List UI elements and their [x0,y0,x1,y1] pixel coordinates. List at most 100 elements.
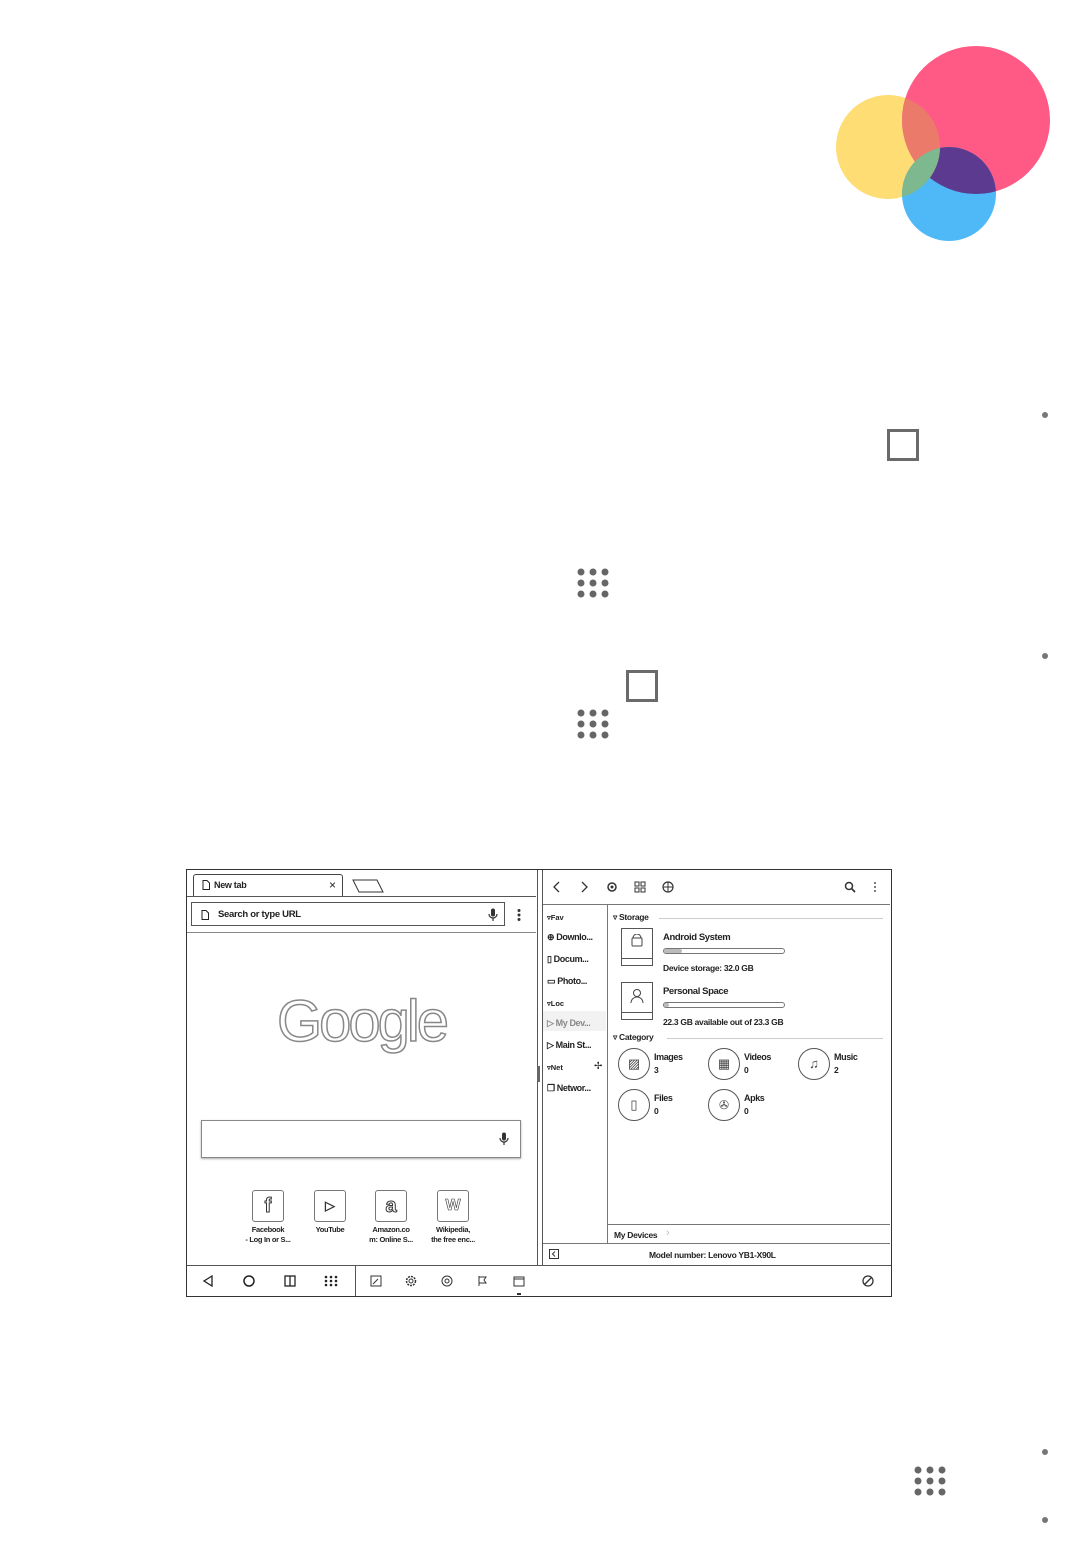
chevron-right-icon: › [666,1227,670,1239]
document-icon: ▯ [547,954,552,964]
home-nav-icon[interactable] [243,1275,255,1287]
add-network-icon[interactable]: ✢ [594,1061,602,1072]
film-icon: ▦ [708,1048,740,1080]
browser-tab[interactable]: New tab × [193,874,343,896]
microphone-icon[interactable] [499,1132,509,1146]
tile-caption: Amazon.co m: Online S... [369,1225,413,1244]
settings-gear-icon[interactable] [405,1275,417,1287]
overflow-menu-icon[interactable] [872,881,878,893]
network-globe-icon[interactable] [662,881,674,893]
overflow-menu-icon[interactable] [516,908,522,922]
wikipedia-icon: W [437,1190,469,1222]
image-icon: ▨ [618,1048,650,1080]
page-icon [201,910,209,920]
split-handle[interactable] [537,1066,540,1082]
sidebar-item-main-storage[interactable]: ▷ Main St... [547,1040,592,1051]
square-icon [626,670,658,702]
shortcut-tile-youtube[interactable]: ▷ YouTube [300,1190,360,1235]
apps-grid-icon [577,568,609,598]
sidebar-item-network[interactable]: ❐ Networ... [547,1083,591,1094]
forward-icon[interactable] [580,881,588,893]
category-music[interactable]: ♫ Music 2 [798,1048,883,1082]
photo-icon: ▭ [547,976,556,986]
sidebar-item-photos[interactable]: ▭ Photo... [547,976,587,987]
device-name[interactable]: Personal Space [663,986,729,997]
notes-icon[interactable] [370,1275,382,1287]
tile-caption: YouTube [315,1225,345,1234]
shortcut-tile-facebook[interactable]: f Facebook - Log In or S... [238,1190,298,1245]
file-manager-pane: ▿Fav ⊕ Downlo... ▯ Docum... ▭ Photo... ▿… [542,870,891,1265]
chrome-browser-icon[interactable] [441,1275,453,1287]
search-icon[interactable] [844,881,856,893]
android-device-icon[interactable] [621,928,653,966]
download-icon: ⊕ [547,932,555,942]
shortcut-tile-amazon[interactable]: a Amazon.co m: Online S... [361,1190,421,1245]
personal-space-icon[interactable] [621,982,653,1020]
category-files[interactable]: ▯ Files 0 [618,1089,703,1123]
microphone-icon[interactable] [488,908,498,922]
collapse-panel-icon[interactable] [549,1249,559,1259]
list-bullet [1042,1517,1048,1523]
file-manager-toolbar [543,870,890,905]
tile-caption: Facebook - Log In or S... [245,1225,291,1244]
divider [667,1038,883,1039]
list-bullet [1042,412,1048,418]
close-tab-icon[interactable]: × [329,878,336,892]
category-header: ▿ Category [613,1032,654,1042]
file-manager-icon[interactable] [513,1275,525,1287]
device-name[interactable]: Android System [663,932,731,943]
apps-grid-icon [914,1466,946,1496]
list-bullet [1042,1449,1048,1455]
sidebar-item-my-devices[interactable]: ▷ My Dev... [547,1018,591,1029]
url-bar[interactable]: Search or type URL [191,902,505,926]
chevron-right-icon: ▷ [547,1018,554,1028]
divider [659,918,883,919]
google-logo: Google [276,988,450,1055]
decorative-circles-logo [836,46,1050,241]
storage-header: ▿ Storage [613,912,649,922]
sidebar-section-loc: ▿Loc [547,999,565,1008]
list-bullet [1042,653,1048,659]
apps-grid-icon[interactable] [324,1275,338,1287]
multiwindow-screenshot: New tab × Search or type URL Google f Fa… [186,869,892,1297]
category-images[interactable]: ▨ Images 3 [618,1048,703,1082]
url-input[interactable]: Search or type URL [218,909,301,920]
breadcrumb-item[interactable]: My Devices [614,1230,658,1240]
file-icon: ▯ [618,1089,650,1121]
page-icon [202,880,210,890]
apps-grid-icon [577,709,609,739]
google-search-box[interactable] [201,1120,521,1158]
youtube-icon: ▷ [314,1190,346,1222]
category-apks[interactable]: ✇ Apks 0 [708,1089,793,1123]
breadcrumb: My Devices › [608,1224,890,1243]
recents-nav-icon[interactable] [284,1275,296,1287]
device-storage-info: 22.3 GB available out of 23.3 GB [663,1017,784,1027]
music-note-icon: ♫ [798,1048,830,1080]
sidebar-item-documents[interactable]: ▯ Docum... [547,954,589,965]
back-nav-icon[interactable] [202,1275,214,1287]
taskbar [187,1265,891,1296]
chevron-right-icon: ▷ [547,1040,554,1050]
sidebar-section-net: ▿Net [547,1063,563,1072]
refresh-icon[interactable] [606,881,618,893]
divider [187,932,536,933]
flag-icon[interactable] [477,1275,489,1287]
status-bar: Model number: Lenovo YB1-X90L [543,1243,890,1265]
storage-usage-bar [663,1002,785,1008]
back-icon[interactable] [553,881,561,893]
sidebar-item-downloads[interactable]: ⊕ Downlo... [547,932,593,943]
file-manager-sidebar: ▿Fav ⊕ Downlo... ▯ Docum... ▭ Photo... ▿… [543,905,608,1243]
device-storage-info: Device storage: 32.0 GB [663,963,754,973]
android-icon: ✇ [708,1089,740,1121]
tab-label: New tab [214,880,247,890]
shortcut-tile-wikipedia[interactable]: W Wikipedia, the free enc... [423,1190,483,1245]
square-icon [887,429,919,461]
amazon-icon: a [375,1190,407,1222]
multiwindow-toggle-icon[interactable] [862,1275,874,1287]
active-app-indicator [517,1293,521,1295]
category-videos[interactable]: ▦ Videos 0 [708,1048,793,1082]
storage-usage-bar [663,948,785,954]
grid-view-icon[interactable] [634,881,646,893]
new-tab-button[interactable] [351,878,385,894]
model-number: Model number: Lenovo YB1-X90L [649,1250,776,1260]
